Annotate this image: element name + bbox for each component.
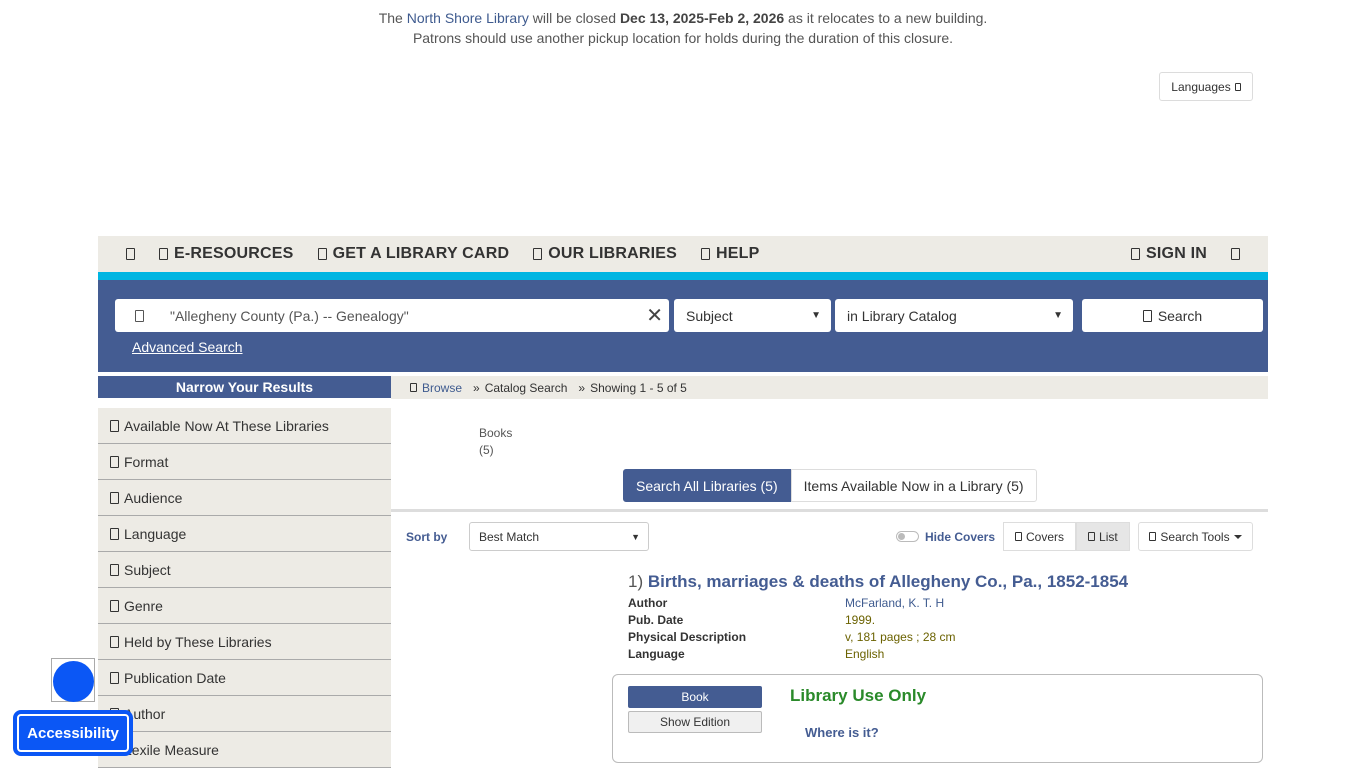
tab-search-all-libraries[interactable]: Search All Libraries (5) [623,469,791,502]
globe-icon [159,248,168,260]
meta-row: Pub. Date 1999. [628,612,876,627]
list-icon [1088,532,1096,541]
breadcrumb-browse[interactable]: Browse [422,381,462,395]
building-icon [533,248,543,260]
nav-sign-in[interactable]: SIGN IN [1131,245,1207,263]
chevron-down-icon: ▼ [1053,310,1063,321]
north-shore-library-link[interactable]: North Shore Library [407,10,529,26]
result-title[interactable]: 1) Births, marriages & deaths of Alleghe… [628,572,1128,592]
author-link[interactable]: McFarland, K. T. H [845,596,944,610]
hide-covers-toggle[interactable] [896,531,919,542]
show-edition-button[interactable]: Show Edition [628,711,762,733]
facet-language[interactable]: Language [98,516,391,552]
alert-line-2: Patrons should use another pickup locati… [412,30,954,46]
facet-available-now[interactable]: Available Now At These Libraries [98,408,391,444]
accent-strip [98,272,1268,280]
chevron-down-icon: ▼ [811,310,821,321]
view-mode-group: Covers List [1003,522,1130,551]
menu-icon [1231,248,1240,260]
tab-available-now[interactable]: Items Available Now in a Library (5) [790,469,1037,502]
wrench-icon [1149,532,1157,541]
format-summary[interactable]: Books (5) [479,425,512,459]
hide-covers-label[interactable]: Hide Covers [925,530,995,544]
caret-down-icon [1233,534,1242,539]
format-book-button[interactable]: Book [628,686,762,708]
nav-help[interactable]: HELP [701,245,759,263]
breadcrumb-catalog-search: Catalog Search [484,380,568,395]
result-title-link[interactable]: Births, marriages & deaths of Allegheny … [648,572,1128,591]
covers-view-button[interactable]: Covers [1003,522,1077,551]
nav-library-card[interactable]: GET A LIBRARY CARD [317,245,510,263]
languages-button[interactable]: Languages [1159,72,1253,101]
list-view-button[interactable]: List [1076,522,1130,551]
where-is-it-link[interactable]: Where is it? [805,725,879,740]
closure-dates: Dec 13, 2025-Feb 2, 2026 [619,10,785,26]
grid-icon [1015,532,1022,541]
widget-circle-icon[interactable] [51,658,95,702]
search-bar: "Allegheny County (Pa.) -- Genealogy" ✕ … [98,280,1268,372]
sort-select[interactable]: Best Match ▼ [469,522,649,551]
breadcrumb: Browse » Catalog Search » Showing 1 - 5 … [391,376,1268,399]
caret-icon [1234,82,1241,91]
meta-row: Language English [628,646,885,661]
availability-status: Library Use Only [790,686,927,705]
facet-lexile[interactable]: Lexile Measure [98,732,391,768]
facet-list: Available Now At These Libraries Format … [98,408,391,768]
expand-icon [110,563,119,576]
help-icon [701,248,711,260]
breadcrumb-showing: Showing 1 - 5 of 5 [590,380,687,395]
search-input[interactable]: "Allegheny County (Pa.) -- Genealogy" ✕ [115,299,669,332]
facet-format[interactable]: Format [98,444,391,480]
closure-alert: The North Shore Library will be closed D… [0,8,1366,48]
home-icon [126,248,135,260]
results-divider [391,509,1268,512]
expand-icon [110,455,119,468]
chevron-down-icon: ▼ [631,531,640,542]
home-icon [410,383,417,392]
expand-icon [110,491,119,504]
facet-held-by[interactable]: Held by These Libraries [98,624,391,660]
facet-publication-date[interactable]: Publication Date [98,660,391,696]
expand-icon [110,671,119,684]
facet-genre[interactable]: Genre [98,588,391,624]
nav-e-resources[interactable]: E-RESOURCES [159,245,294,263]
card-icon [317,248,327,260]
holdings-panel: Book Show Edition Library Use Only Where… [612,674,1263,763]
narrow-results-heading: Narrow Your Results [98,376,391,398]
facet-author[interactable]: Author [98,696,391,732]
expand-icon [110,419,119,432]
user-icon [1131,248,1141,260]
search-icon [1142,309,1152,322]
main-navbar: E-RESOURCES GET A LIBRARY CARD OUR LIBRA… [98,236,1268,272]
facet-subject[interactable]: Subject [98,552,391,588]
search-scope-select[interactable]: in Library Catalog ▼ [835,299,1073,332]
expand-icon [110,599,119,612]
search-icon [135,309,144,322]
meta-row: Physical Description v, 181 pages ; 28 cm [628,629,956,644]
library-tabs: Search All Libraries (5) Items Available… [623,469,1037,502]
search-button[interactable]: Search [1082,299,1263,332]
search-query[interactable]: "Allegheny County (Pa.) -- Genealogy" [170,308,646,324]
clear-search-icon[interactable]: ✕ [646,306,663,326]
search-tools-button[interactable]: Search Tools [1138,522,1253,551]
advanced-search-link[interactable]: Advanced Search [132,339,243,355]
expand-icon [110,635,119,648]
facet-audience[interactable]: Audience [98,480,391,516]
nav-home-icon[interactable] [126,248,135,260]
nav-our-libraries[interactable]: OUR LIBRARIES [533,245,677,263]
meta-row: Author McFarland, K. T. H [628,595,945,610]
expand-icon [110,527,119,540]
alert-line-1: The North Shore Library will be closed D… [378,10,988,26]
result-metadata: Author McFarland, K. T. H Pub. Date 1999. … [628,594,956,662]
nav-menu-icon[interactable] [1231,248,1240,260]
sort-label: Sort by [406,530,448,544]
accessibility-button[interactable]: Accessibility [13,710,133,756]
search-type-select[interactable]: Subject ▼ [674,299,831,332]
